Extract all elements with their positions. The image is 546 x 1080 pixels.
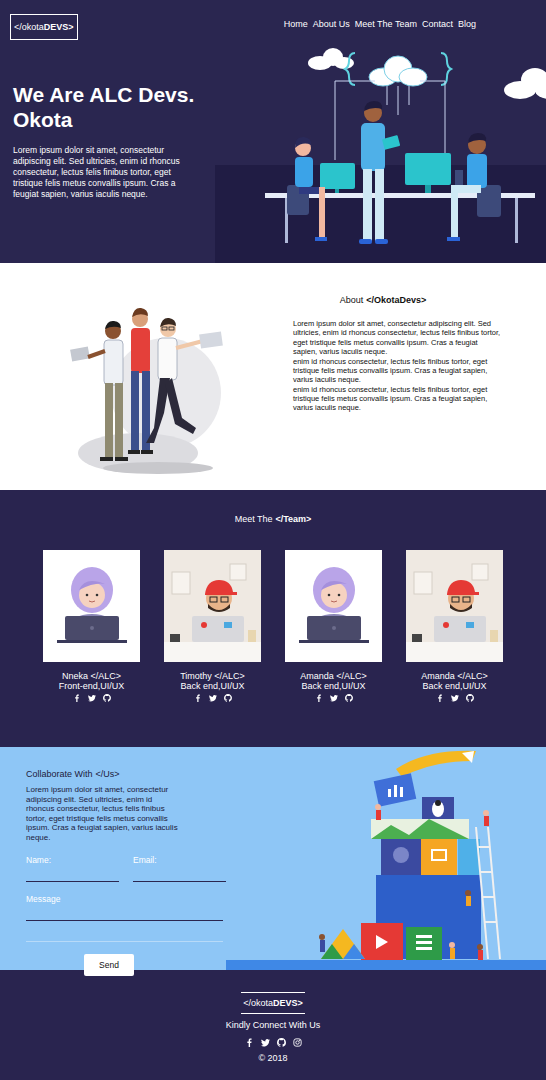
member-card (285, 550, 382, 662)
team-member: Timothy </ALC>Back end,UI/UX (164, 550, 261, 702)
form-field: Name: (26, 855, 119, 882)
logo-light: </okota (243, 998, 273, 1008)
hero-paragraph: Lorem ipsum dolor sit amet, consectetur … (13, 145, 193, 200)
contact-form: Collaborate With</Us> Lorem ipsum dolor s… (0, 747, 226, 970)
heading-prefix: Collaborate With (26, 769, 93, 779)
nav-link[interactable]: Contact (422, 19, 453, 29)
member-card (164, 550, 261, 662)
hero-title: We Are ALC Devs. Okota (13, 83, 203, 133)
about-paragraph: Lorem ipsum dolor sit amet, consectetur … (293, 319, 503, 357)
heading-prefix: Meet The (235, 514, 273, 524)
logo-bold: DEVS> (273, 998, 303, 1008)
footer-social-links (245, 1038, 302, 1047)
send-button[interactable]: Send (84, 954, 134, 976)
instagram-icon[interactable] (293, 1038, 302, 1047)
about-illustration-wrap (0, 263, 293, 490)
girl-avatar-icon (285, 550, 382, 662)
about-section: About</OkotaDevs> Lorem ipsum dolor sit a… (0, 263, 546, 490)
hero-text: We Are ALC Devs. Okota Lorem ipsum dolor … (0, 45, 202, 263)
form-fields-row: Name: Email: (26, 855, 226, 882)
facebook-icon[interactable] (194, 694, 202, 702)
field-label: Message (26, 894, 223, 904)
member-name: Amanda </ALC> (300, 671, 367, 681)
twitter-icon[interactable] (88, 694, 96, 702)
collaborate-section: Collaborate With</Us> Lorem ipsum dolor s… (0, 747, 546, 970)
footer-logo[interactable]: </okotaDEVS> (241, 992, 305, 1014)
about-paragraph: enim id rhoncus consectetur, lectus feli… (293, 385, 503, 413)
team-member: Amanda </ALC>Back end,UI/UX (285, 550, 382, 702)
twitter-icon[interactable] (261, 1038, 270, 1047)
member-social-links (315, 694, 353, 702)
field-input[interactable] (26, 865, 119, 882)
field-input[interactable] (133, 865, 226, 882)
heading-prefix: About (340, 295, 364, 305)
boy-avatar-icon (406, 550, 503, 662)
github-icon[interactable] (277, 1038, 286, 1047)
team-illustration (68, 303, 238, 478)
member-social-links (73, 694, 111, 702)
hero-section: </okotaDEVS> Home About Us Meet The Team Con… (0, 0, 546, 263)
member-social-links (436, 694, 474, 702)
twitter-icon[interactable] (451, 694, 459, 702)
facebook-icon[interactable] (315, 694, 323, 702)
copyright: © 2018 (258, 1053, 287, 1063)
nav-link[interactable]: Home (284, 19, 308, 29)
about-paragraph: enim id rhoncus consectetur, lectus feli… (293, 357, 503, 385)
member-role: Front-end,UI/UX (59, 681, 125, 691)
about-content: About</OkotaDevs> Lorem ipsum dolor sit a… (293, 263, 503, 490)
member-name: Timothy </ALC> (180, 671, 245, 681)
team-members: Nneka </ALC>Front-end,UI/UXTimothy </ALC… (0, 550, 546, 702)
top-bar: </okotaDEVS> Home About Us Meet The Team Con… (0, 0, 546, 45)
nav-link[interactable]: About Us (313, 19, 350, 29)
member-social-links (194, 694, 232, 702)
message-divider (26, 941, 223, 942)
team-member: Nneka </ALC>Front-end,UI/UX (43, 550, 140, 702)
field-label: Email: (133, 855, 226, 865)
heading-emphasis: </Us> (96, 769, 120, 779)
team-member: Amanda </ALC>Back end,UI/UX (406, 550, 503, 702)
team-heading: Meet The</Team> (0, 514, 546, 524)
nav-link[interactable]: Meet The Team (355, 19, 417, 29)
about-heading: About</OkotaDevs> (293, 295, 503, 305)
boy-avatar-icon (164, 550, 261, 662)
heading-emphasis: </OkotaDevs> (366, 295, 426, 305)
landing-page: </okotaDEVS>HomeAbout UsMeet The TeamCon… (0, 0, 546, 1080)
github-icon[interactable] (466, 694, 474, 702)
member-name: Nneka </ALC> (62, 671, 121, 681)
member-card (406, 550, 503, 662)
member-role: Back end,UI/UX (422, 681, 486, 691)
github-icon[interactable] (103, 694, 111, 702)
logo-light: </okota (14, 22, 44, 32)
collaboration-illustration (226, 747, 546, 970)
heading-emphasis: </Team> (276, 514, 312, 524)
girl-avatar-icon (43, 550, 140, 662)
github-icon[interactable] (224, 694, 232, 702)
github-icon[interactable] (345, 694, 353, 702)
member-role: Back end,UI/UX (180, 681, 244, 691)
facebook-icon[interactable] (436, 694, 444, 702)
member-name: Amanda </ALC> (421, 671, 488, 681)
message-input[interactable] (26, 904, 223, 921)
collaborate-paragraph: Lorem ipsum dolor sit amet, consectetur … (26, 785, 178, 843)
twitter-icon[interactable] (330, 694, 338, 702)
member-card (43, 550, 140, 662)
footer-tagline: Kindly Connect With Us (226, 1020, 321, 1030)
twitter-icon[interactable] (209, 694, 217, 702)
member-role: Back end,UI/UX (301, 681, 365, 691)
logo-bold: DEVS> (44, 22, 74, 32)
nav-link[interactable]: Blog (458, 19, 476, 29)
team-section: Meet The</Team> Nneka </ALC>Front-end,UI/… (0, 490, 546, 747)
logo[interactable]: </okotaDEVS> (10, 14, 78, 40)
nav-menu: Home About Us Meet The Team Contact Blog (284, 14, 476, 29)
footer: </okotaDEVS> Kindly Connect With Us © 2018 (0, 970, 546, 1080)
collaborate-heading: Collaborate With</Us> (26, 769, 226, 779)
message-field: Message (26, 894, 223, 921)
developers-illustration (215, 45, 546, 263)
hero-body: We Are ALC Devs. Okota Lorem ipsum dolor … (0, 45, 546, 263)
form-field: Email: (133, 855, 226, 882)
facebook-icon[interactable] (73, 694, 81, 702)
facebook-icon[interactable] (245, 1038, 254, 1047)
field-label: Name: (26, 855, 119, 865)
